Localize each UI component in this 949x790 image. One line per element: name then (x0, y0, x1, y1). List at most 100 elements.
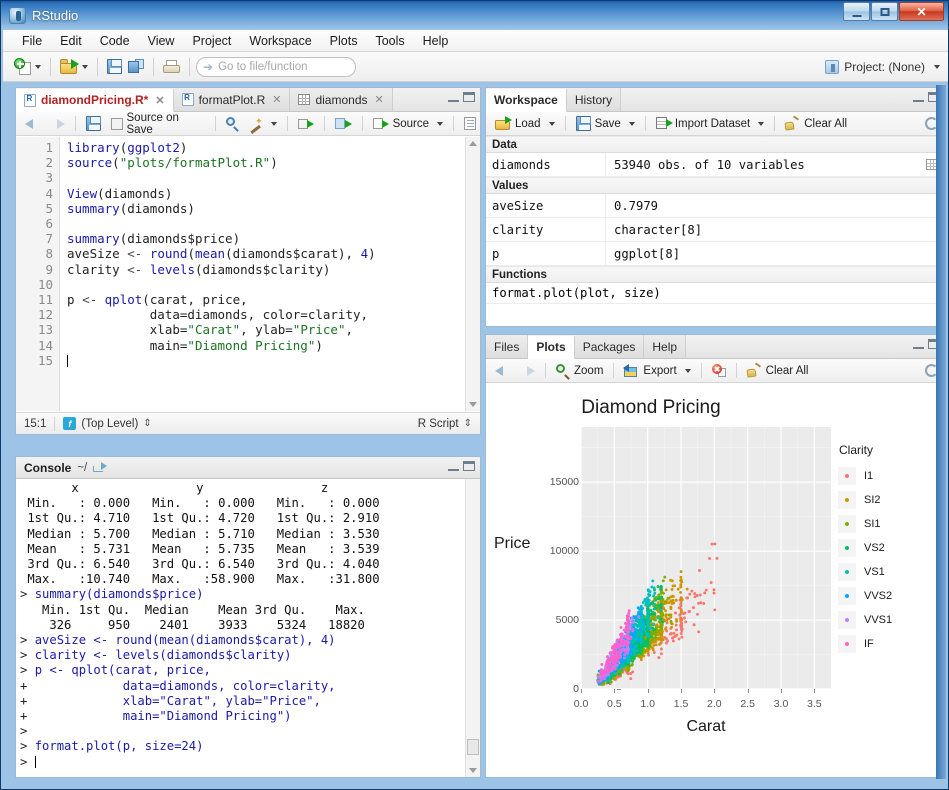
code-line[interactable] (67, 353, 480, 368)
plots-back-button[interactable] (491, 362, 514, 379)
new-document-button[interactable] (11, 56, 44, 77)
source-back-button[interactable] (21, 115, 44, 132)
tab-files[interactable]: Files (486, 335, 528, 358)
menu-workspace[interactable]: Workspace (240, 31, 320, 51)
console-active-prompt[interactable]: > (20, 755, 480, 770)
chevron-down-icon[interactable] (549, 122, 555, 126)
tab-workspace[interactable]: Workspace (486, 89, 567, 112)
close-tab-icon[interactable]: ✕ (272, 93, 281, 106)
workspace-row[interactable]: pggplot[8] (486, 242, 945, 266)
plots-forward-button[interactable] (516, 362, 539, 379)
code-line[interactable]: summary(diamonds$price) (67, 231, 480, 246)
re-run-button[interactable] (331, 116, 356, 132)
workspace-row[interactable]: aveSize0.7979 (486, 194, 945, 218)
clear-plots-button[interactable]: Clear All (743, 362, 813, 379)
tab-diamonds-data[interactable]: diamonds ✕ (290, 88, 392, 111)
minimize-panel-icon[interactable] (913, 93, 924, 102)
scroll-down-icon[interactable] (469, 402, 477, 407)
plot-display-area[interactable]: Diamond Pricing Price Carat 050001000015… (486, 383, 945, 777)
chevron-down-icon[interactable] (271, 122, 277, 126)
close-button[interactable]: ✕ (899, 2, 944, 21)
close-tab-icon[interactable]: ✕ (155, 94, 164, 107)
zoom-plot-button[interactable]: Zoom (552, 362, 607, 380)
run-button[interactable] (294, 116, 318, 132)
chevron-down-icon[interactable] (629, 122, 635, 126)
maximize-panel-icon[interactable] (463, 461, 475, 471)
menu-help[interactable]: Help (414, 31, 458, 51)
menu-code[interactable]: Code (91, 31, 139, 51)
chevron-down-icon[interactable] (82, 65, 88, 69)
minimize-button[interactable] (843, 2, 870, 21)
maximize-button[interactable] (871, 2, 898, 21)
chevron-down-icon[interactable] (685, 369, 691, 373)
scope-selector[interactable]: f (Top Level) ⇕ (55, 413, 159, 434)
save-all-button[interactable] (125, 57, 147, 76)
load-workspace-button[interactable]: Load (491, 115, 559, 132)
console-vertical-scrollbar[interactable] (465, 479, 480, 777)
clear-workspace-button[interactable]: Clear All (781, 115, 851, 132)
code-line[interactable]: clarity <- levels(diamonds$clarity) (67, 262, 480, 277)
code-line[interactable]: View(diamonds) (67, 186, 480, 201)
save-workspace-button[interactable]: Save (572, 114, 639, 133)
source-forward-button[interactable] (46, 115, 69, 132)
workspace-row[interactable]: diamonds53940 obs. of 10 variables (486, 153, 945, 177)
code-line[interactable]: data=diamonds, color=clarity, (67, 307, 480, 322)
code-line[interactable]: source("plots/formatPlot.R") (67, 155, 480, 170)
code-line[interactable]: library(ggplot2) (67, 140, 480, 155)
minimize-panel-icon[interactable] (913, 340, 924, 349)
chevron-down-icon[interactable] (934, 65, 940, 69)
menu-project[interactable]: Project (183, 31, 240, 51)
tab-formatPlot-R[interactable]: formatPlot.R ✕ (174, 88, 291, 111)
menu-file[interactable]: File (13, 31, 51, 51)
project-selector[interactable]: Project: (None) (825, 52, 940, 82)
scrollbar-thumb[interactable] (467, 739, 479, 755)
remove-plot-button[interactable] (708, 362, 730, 379)
updown-chevron-icon[interactable]: ⇕ (464, 418, 472, 429)
scroll-down-icon[interactable] (469, 768, 477, 773)
console-output[interactable]: x y z Min. : 0.000 Min. : 0.000 Min. : 0… (16, 479, 480, 777)
code-line[interactable]: p <- qplot(carat, price, (67, 292, 480, 307)
chevron-down-icon[interactable] (437, 122, 443, 126)
code-editor-body[interactable]: 123456789101112131415 library(ggplot2)so… (16, 137, 480, 411)
minimize-panel-icon[interactable] (448, 462, 459, 471)
export-plot-button[interactable]: Export (620, 362, 694, 379)
code-line[interactable] (67, 216, 480, 231)
goto-file-function-input[interactable]: ➔ Go to file/function (196, 57, 356, 77)
updown-chevron-icon[interactable]: ⇕ (143, 418, 151, 429)
code-line[interactable]: main="Diamond Pricing") (67, 338, 480, 353)
menu-plots[interactable]: Plots (321, 31, 367, 51)
chevron-down-icon[interactable] (35, 65, 41, 69)
open-file-button[interactable] (57, 57, 91, 76)
menu-edit[interactable]: Edit (51, 31, 91, 51)
import-dataset-button[interactable]: Import Dataset (652, 115, 768, 132)
source-save-button[interactable] (82, 114, 105, 133)
editor-vertical-scrollbar[interactable] (465, 137, 480, 411)
code-text-area[interactable]: library(ggplot2)source("plots/formatPlot… (60, 137, 480, 411)
source-script-button[interactable]: Source (369, 116, 447, 132)
print-button[interactable] (160, 58, 183, 76)
tab-history[interactable]: History (567, 88, 621, 111)
close-tab-icon[interactable]: ✕ (375, 93, 384, 106)
code-line[interactable] (67, 277, 480, 292)
scroll-up-icon[interactable] (469, 141, 477, 146)
show-outline-button[interactable] (460, 115, 480, 132)
save-button[interactable] (104, 57, 125, 76)
source-on-save-toggle[interactable]: Source on Save (107, 110, 209, 138)
file-type-selector[interactable]: R Script ⇕ (410, 413, 480, 434)
maximize-panel-icon[interactable] (463, 92, 475, 102)
workspace-row[interactable]: claritycharacter[8] (486, 218, 945, 242)
code-line[interactable]: summary(diamonds) (67, 201, 480, 216)
tab-packages[interactable]: Packages (575, 335, 645, 358)
code-line[interactable] (67, 170, 480, 185)
workspace-function-row[interactable]: format.plot(plot, size) (486, 283, 945, 304)
source-on-save-checkbox[interactable] (111, 118, 123, 130)
code-tools-button[interactable]: ✦ (245, 115, 281, 132)
menu-tools[interactable]: Tools (366, 31, 413, 51)
find-replace-button[interactable] (222, 115, 243, 132)
code-line[interactable]: xlab="Carat", ylab="Price", (67, 322, 480, 337)
workspace-object-list[interactable]: Datadiamonds53940 obs. of 10 variablesVa… (486, 136, 945, 326)
code-line[interactable]: aveSize <- round(mean(diamonds$carat), 4… (67, 246, 480, 261)
minimize-panel-icon[interactable] (448, 93, 459, 102)
share-icon[interactable] (93, 462, 107, 473)
tab-help[interactable]: Help (644, 335, 686, 358)
